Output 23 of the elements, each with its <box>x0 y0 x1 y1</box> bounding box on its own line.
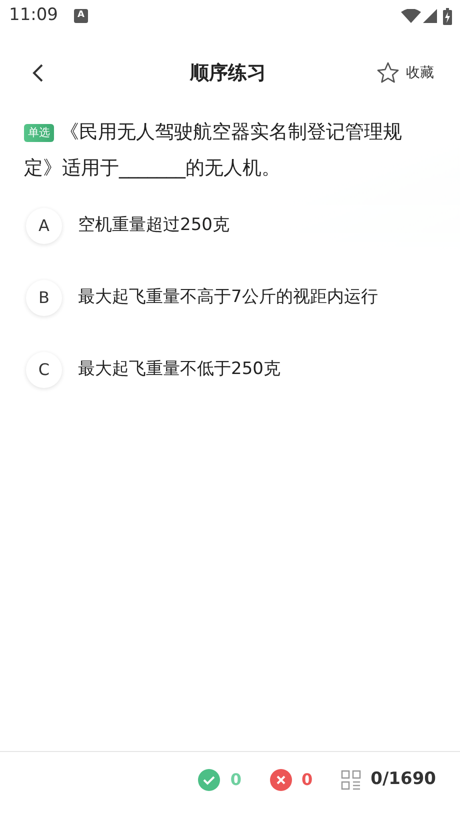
question-type-tag: 单选 <box>24 124 54 142</box>
signal-icon <box>423 9 437 23</box>
wifi-icon <box>401 9 421 23</box>
notification-icon: A <box>74 9 88 23</box>
status-time: 11:09 <box>9 4 58 28</box>
option-letter[interactable]: B <box>26 280 62 316</box>
option-text[interactable]: 最大起飞重量不高于7公斤的视距内运行 <box>78 285 378 311</box>
grid-icon[interactable] <box>340 770 361 790</box>
page-title: 顺序练习 <box>190 60 266 86</box>
wrong-count: 0 <box>302 768 313 790</box>
option-text[interactable]: 最大起飞重量不低于250克 <box>78 357 280 383</box>
favorite-button[interactable]: 收藏 <box>376 61 434 85</box>
close-icon <box>270 768 292 790</box>
option-letter[interactable]: C <box>26 352 62 388</box>
question-text: 单选 《民用无人驾驶航空器实名制登记管理规定》适用于_______的无人机。 <box>23 120 403 181</box>
back-icon <box>32 63 44 83</box>
option-letter[interactable]: A <box>26 208 62 244</box>
correct-count: 0 <box>230 768 242 790</box>
battery-icon <box>443 8 452 24</box>
check-icon <box>198 768 220 790</box>
star-icon <box>376 61 400 85</box>
option-text[interactable]: 空机重量超过250克 <box>78 213 230 239</box>
progress-count: 0/1690 <box>370 768 436 791</box>
